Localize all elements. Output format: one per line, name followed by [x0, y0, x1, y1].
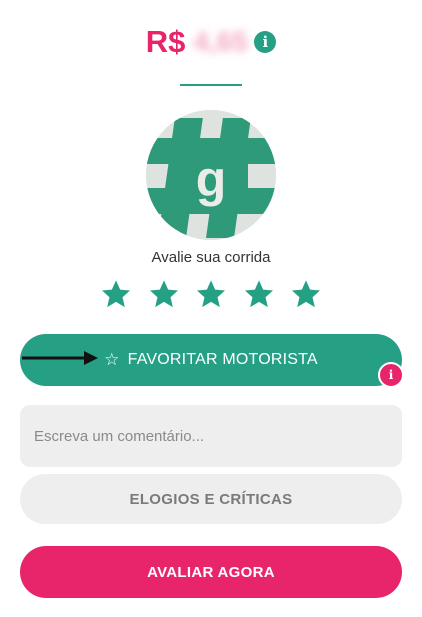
- g-logo-icon: g: [146, 110, 276, 240]
- favorite-driver-label: FAVORITAR MOTORISTA: [127, 351, 318, 368]
- star-icon-1[interactable]: [100, 278, 132, 310]
- star-icon-4[interactable]: [243, 278, 275, 310]
- submit-rating-button[interactable]: AVALIAR AGORA: [20, 546, 402, 598]
- ride-price: R$ 4,65 i: [0, 22, 422, 62]
- alert-info-icon[interactable]: i: [378, 362, 404, 388]
- arrow-pointer-icon: [22, 351, 98, 365]
- price-divider: [180, 84, 242, 86]
- comment-input[interactable]: [20, 405, 402, 467]
- star-rating[interactable]: [100, 278, 322, 312]
- star-icon-5[interactable]: [290, 278, 322, 310]
- star-outline-icon: ☆: [104, 350, 120, 369]
- price-currency: R$: [145, 24, 186, 59]
- rating-label: Avalie sua corrida: [151, 249, 271, 266]
- price-amount-blurred: 4,65: [193, 26, 248, 57]
- star-icon-3[interactable]: [195, 278, 227, 310]
- info-icon[interactable]: i: [254, 31, 277, 53]
- driver-avatar: g: [146, 110, 276, 240]
- compliments-critiques-button[interactable]: ELOGIOS E CRÍTICAS: [20, 474, 402, 524]
- avatar-letter: g: [196, 151, 227, 207]
- star-icon-2[interactable]: [148, 278, 180, 310]
